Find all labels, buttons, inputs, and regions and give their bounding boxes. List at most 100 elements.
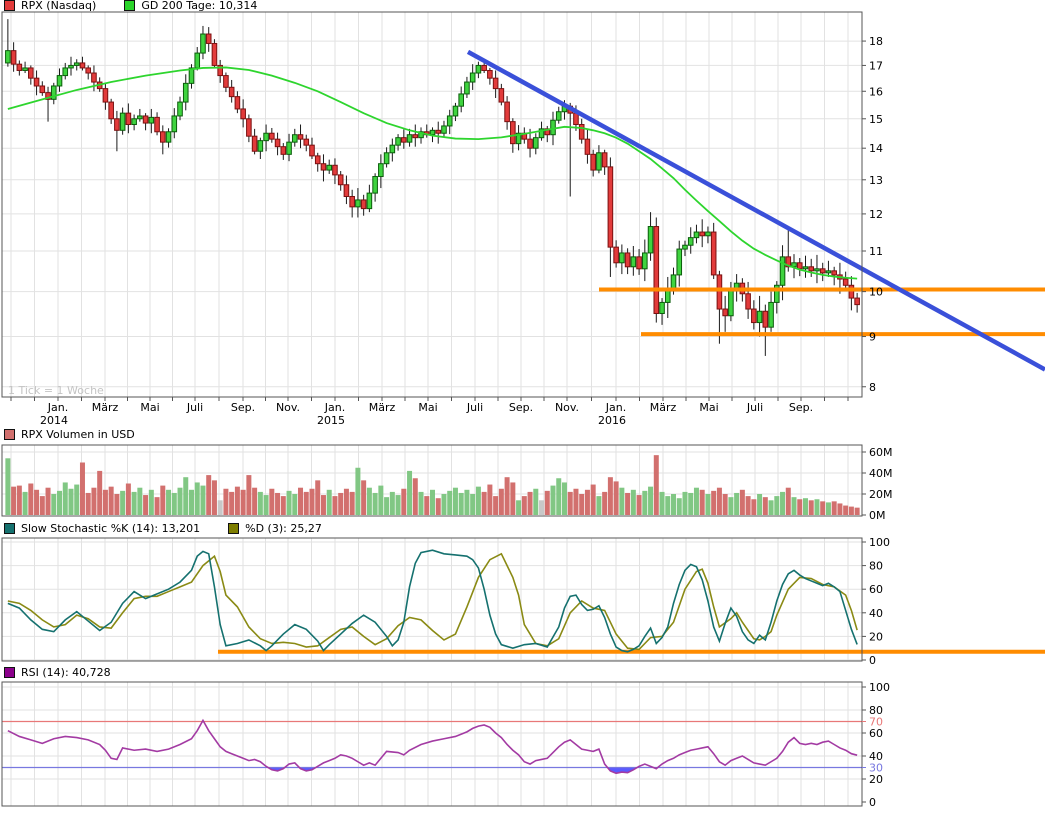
candle-down xyxy=(229,87,234,96)
candle-up xyxy=(356,200,361,207)
candle-down xyxy=(717,275,722,309)
volume-bar xyxy=(688,493,693,515)
candle-up xyxy=(688,238,693,246)
candle-up xyxy=(631,257,636,267)
volume-bar xyxy=(132,492,137,515)
volume-bar xyxy=(309,489,314,515)
candle-down xyxy=(608,167,613,247)
stock-chart-root: 1817161514131211109860M40M20M0M100806040… xyxy=(0,0,1045,814)
volume-bar xyxy=(419,492,424,515)
candle-up xyxy=(166,132,171,142)
volume-bar xyxy=(195,482,200,515)
candle-up xyxy=(826,271,831,273)
volume-bar xyxy=(275,493,280,515)
rsi-tick-label: 0 xyxy=(869,796,876,809)
volume-bar xyxy=(769,500,774,515)
candle-down xyxy=(247,119,252,136)
month-label: Juli xyxy=(466,401,483,414)
candle-down xyxy=(321,164,326,170)
volume-bar xyxy=(837,503,842,515)
volume-tick-label: 60M xyxy=(869,446,893,459)
candle-down xyxy=(143,116,148,123)
month-label: Nov. xyxy=(555,401,579,414)
candle-up xyxy=(769,302,774,327)
volume-bar xyxy=(826,502,831,515)
candle-up xyxy=(430,130,435,134)
candle-down xyxy=(80,63,85,68)
month-label: Nov. xyxy=(276,401,300,414)
stochastic-tick-label: 80 xyxy=(869,560,883,573)
month-label: März xyxy=(650,401,677,414)
volume-bar xyxy=(631,490,636,515)
candle-up xyxy=(459,94,464,106)
volume-bar xyxy=(579,494,584,515)
candle-down xyxy=(436,130,441,133)
candle-up xyxy=(69,65,74,68)
volume-bar xyxy=(436,498,441,515)
candle-up xyxy=(287,142,292,154)
price-series-label: RPX (Nasdaq) xyxy=(21,0,96,12)
rsi-tick-label: 20 xyxy=(869,773,883,786)
month-label: März xyxy=(369,401,396,414)
candle-up xyxy=(172,116,177,132)
price-tick-label: 8 xyxy=(869,381,876,394)
candle-down xyxy=(763,311,768,327)
candle-up xyxy=(706,232,711,236)
volume-bar xyxy=(200,486,205,515)
candle-up xyxy=(815,269,820,271)
volume-bar xyxy=(505,477,510,515)
volume-bar xyxy=(344,489,349,515)
volume-bar xyxy=(562,482,567,515)
price-tick-label: 12 xyxy=(869,208,883,221)
volume-bar xyxy=(373,493,378,515)
volume-bar xyxy=(551,486,556,515)
candle-down xyxy=(281,147,286,155)
volume-bar xyxy=(241,490,246,515)
volume-bar xyxy=(740,490,745,515)
volume-bar xyxy=(206,475,211,515)
candle-up xyxy=(556,112,561,120)
candle-down xyxy=(298,135,303,139)
volume-legend-item: RPX Volumen in USD xyxy=(4,428,135,441)
candle-up xyxy=(757,311,762,322)
volume-bar xyxy=(212,480,217,515)
ma200-line xyxy=(8,67,857,278)
month-label: Sep. xyxy=(231,401,255,414)
volume-bar xyxy=(849,507,854,515)
volume-bar xyxy=(287,491,292,515)
volume-bar xyxy=(120,491,125,515)
volume-swatch-icon xyxy=(4,429,15,440)
volume-bar xyxy=(91,488,96,515)
candle-down xyxy=(579,125,584,140)
volume-bar xyxy=(229,492,234,515)
candle-up xyxy=(677,249,682,275)
stochastic-tick-label: 40 xyxy=(869,607,883,620)
stochastic-d-legend-item: %D (3): 25,27 xyxy=(228,522,322,535)
stochastic-k-legend-item: Slow Stochastic %K (14): 13,201 xyxy=(4,522,200,535)
stochastic-tick-label: 20 xyxy=(869,630,883,643)
volume-bar xyxy=(246,475,251,515)
stochastic-k-swatch-icon xyxy=(4,523,15,534)
candle-down xyxy=(333,165,338,175)
volume-bar xyxy=(705,494,710,515)
candle-down xyxy=(155,117,160,131)
candle-down xyxy=(206,34,211,43)
volume-bar xyxy=(384,497,389,515)
candle-down xyxy=(40,86,45,93)
candle-up xyxy=(470,73,475,82)
volume-bar xyxy=(671,494,676,515)
volume-bar xyxy=(34,490,39,515)
candle-down xyxy=(511,122,516,144)
volume-bar xyxy=(855,508,860,515)
price-tick-label: 13 xyxy=(869,174,883,187)
candle-up xyxy=(201,34,206,53)
volume-bar xyxy=(459,493,464,515)
candle-up xyxy=(648,227,653,253)
candle-down xyxy=(161,132,166,142)
month-label: Juli xyxy=(746,401,763,414)
candle-down xyxy=(315,156,320,164)
volume-bar xyxy=(57,491,62,515)
volume-bar xyxy=(126,484,131,516)
candle-down xyxy=(304,139,309,145)
volume-bar xyxy=(792,497,797,515)
